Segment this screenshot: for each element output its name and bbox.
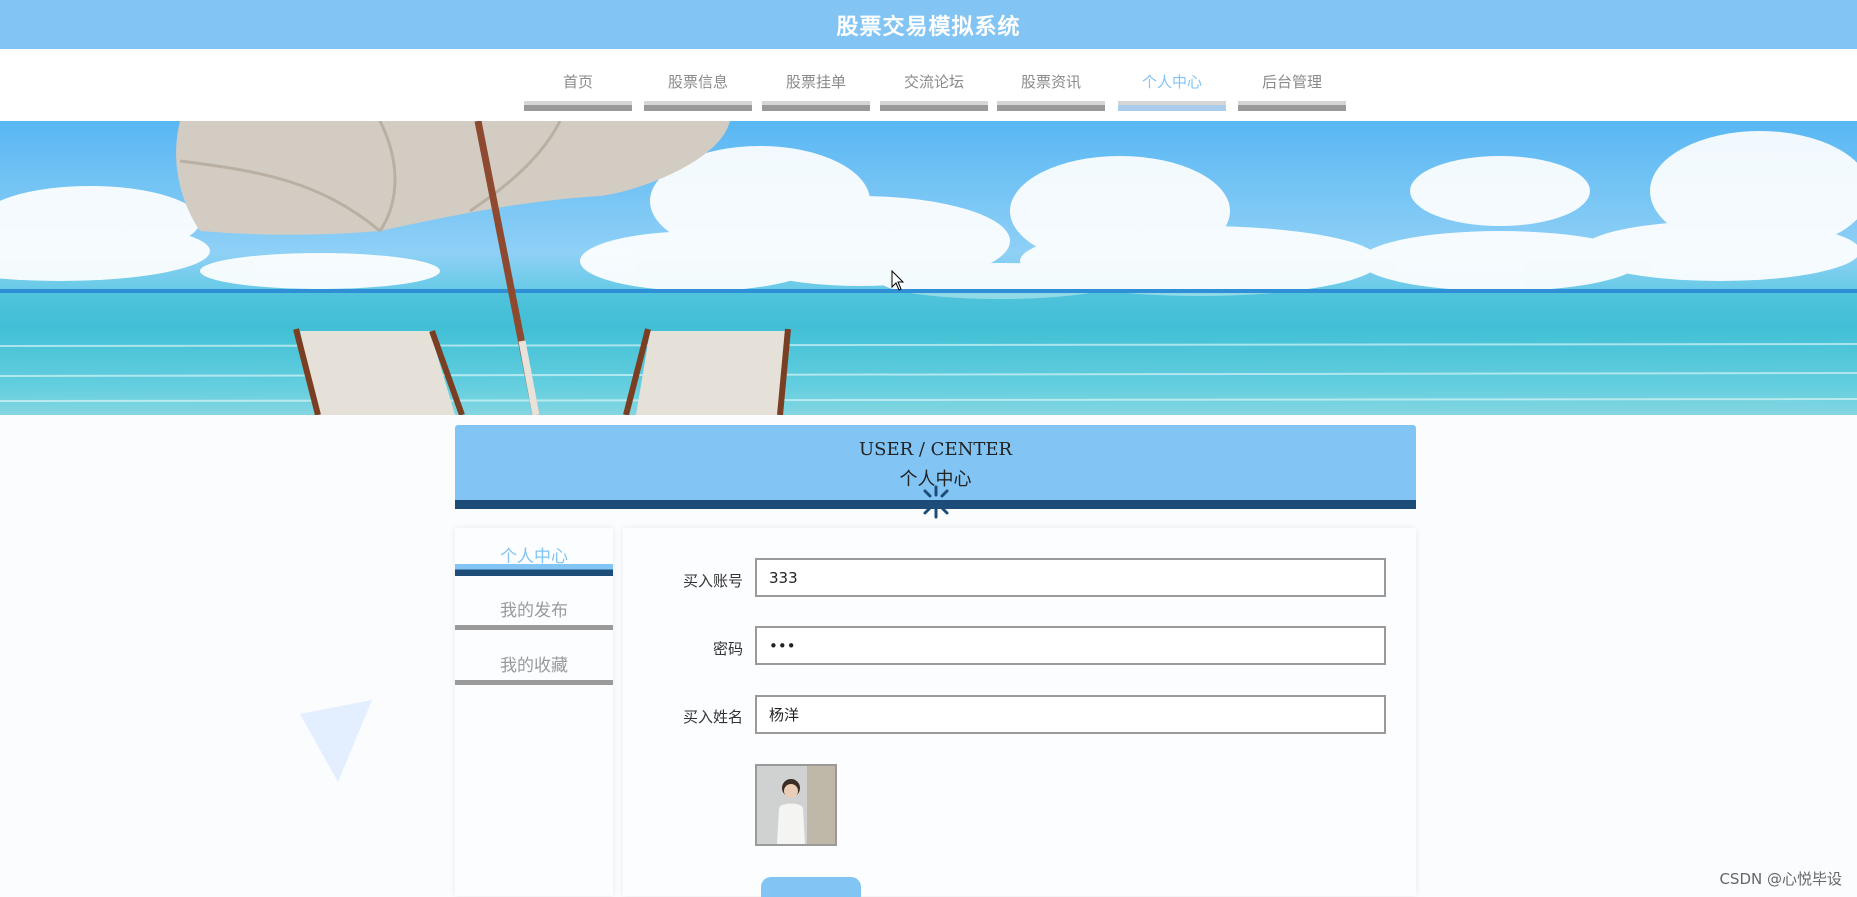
nav-underline (1238, 101, 1346, 111)
mouse-cursor-icon (891, 270, 905, 291)
nav-item-user-center[interactable]: 个人中心 (1118, 49, 1226, 111)
sidebar-item-my-posts[interactable]: 我的发布 (455, 582, 613, 630)
name-label: 买入姓名 (682, 708, 743, 726)
nav-underline (880, 101, 988, 111)
nav-item-forum[interactable]: 交流论坛 (880, 49, 988, 111)
nav-underline (1118, 101, 1226, 111)
name-field-row: 买入姓名 (623, 706, 743, 726)
password-input[interactable]: ••• (755, 626, 1386, 665)
nav-underline (524, 101, 632, 111)
hero-banner (0, 121, 1857, 415)
password-label: 密码 (712, 640, 743, 658)
nav-item-label: 交流论坛 (903, 73, 964, 91)
password-field-row: 密码 (623, 638, 743, 658)
account-input[interactable]: 333 (755, 558, 1386, 597)
nav-item-admin[interactable]: 后台管理 (1238, 49, 1346, 111)
nav-underline (997, 101, 1105, 111)
nav-item-stock-news[interactable]: 股票资讯 (997, 49, 1105, 111)
watermark: CSDN @心悦毕设 (1719, 870, 1842, 888)
loading-spinner-icon (919, 485, 953, 519)
nav-item-label: 首页 (562, 73, 593, 91)
user-sidebar: 个人中心 我的发布 我的收藏 (455, 528, 613, 896)
account-field-row: 买入账号 (623, 570, 743, 590)
name-input[interactable]: 杨洋 (755, 695, 1386, 734)
nav-underline (762, 101, 870, 111)
nav-item-stock-info[interactable]: 股票信息 (644, 49, 752, 111)
profile-form-panel: 买入账号 333 密码 ••• 买入姓名 杨洋 (623, 528, 1416, 897)
account-label: 买入账号 (682, 572, 743, 590)
site-title: 股票交易模拟系统 (836, 14, 1021, 40)
sidebar-item-underline (455, 564, 613, 576)
decorative-triangle-icon (300, 700, 372, 782)
avatar[interactable] (755, 764, 837, 846)
sidebar-item-underline (455, 625, 613, 630)
nav-item-label: 个人中心 (1141, 73, 1202, 91)
sidebar-item-underline (455, 680, 613, 685)
main-nav: 首页 股票信息 股票挂单 交流论坛 股票资讯 个人中心 后台管理 (0, 49, 1857, 121)
nav-item-stock-orders[interactable]: 股票挂单 (762, 49, 870, 111)
nav-item-label: 股票挂单 (785, 73, 846, 91)
nav-item-label: 股票资讯 (1020, 73, 1081, 91)
header-bar: 股票交易模拟系统 (0, 0, 1857, 49)
section-title-en: USER / CENTER (858, 439, 1013, 460)
nav-item-home[interactable]: 首页 (524, 49, 632, 111)
sidebar-item-user-center[interactable]: 个人中心 (455, 528, 613, 576)
avatar-photo (757, 766, 835, 844)
submit-button[interactable] (761, 877, 861, 897)
sidebar-item-my-favorites[interactable]: 我的收藏 (455, 637, 613, 685)
nav-underline (644, 101, 752, 111)
nav-item-label: 股票信息 (667, 73, 728, 91)
nav-item-label: 后台管理 (1261, 73, 1322, 91)
beach-illustration (0, 121, 1857, 415)
